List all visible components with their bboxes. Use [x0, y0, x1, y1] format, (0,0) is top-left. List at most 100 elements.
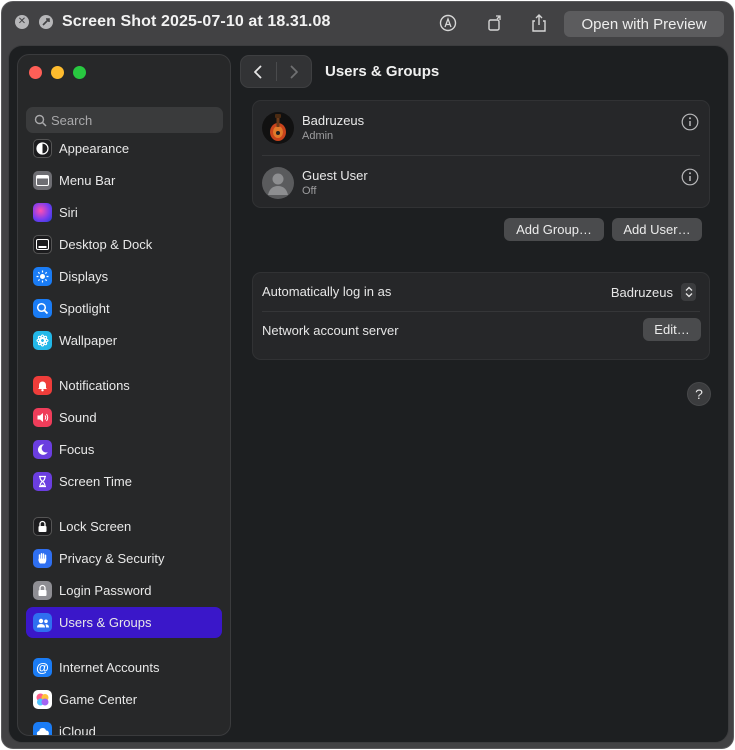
sidebar-item-label: Notifications	[59, 378, 130, 393]
displays-icon	[33, 267, 52, 286]
sidebar-item-displays[interactable]: Displays	[26, 261, 222, 292]
sidebar-item-sound[interactable]: Sound	[26, 402, 222, 433]
sidebar-item-label: Wallpaper	[59, 333, 118, 348]
desktop-dock-icon	[33, 235, 52, 254]
spotlight-icon	[33, 299, 52, 318]
navigation-controls	[240, 55, 312, 88]
lock-screen-icon	[33, 517, 52, 536]
markup-icon[interactable]	[437, 12, 459, 34]
share-icon[interactable]	[528, 12, 550, 34]
back-button[interactable]	[241, 56, 276, 87]
zoom-window-button[interactable]	[73, 66, 86, 79]
search-placeholder: Search	[51, 112, 93, 128]
search-input[interactable]: Search	[26, 107, 223, 133]
sidebar-item-privacy-security[interactable]: Privacy & Security	[26, 543, 222, 574]
chevron-left-icon	[254, 65, 262, 78]
menu-bar-icon	[33, 171, 52, 190]
sidebar-item-label: Appearance	[59, 141, 130, 156]
sidebar-item-label: Privacy & Security	[59, 551, 165, 566]
user-role: Off	[302, 185, 317, 197]
user-role: Admin	[302, 130, 334, 142]
quicklook-titlebar: ✕ Screen Shot 2025-07-10 at 18.31.08 Ope…	[2, 2, 733, 44]
network-server-label: Network account server	[262, 323, 399, 338]
sidebar-item-label: Focus	[59, 442, 95, 457]
sidebar-item-wallpaper[interactable]: Wallpaper	[26, 325, 222, 356]
wallpaper-icon	[33, 331, 52, 350]
sidebar-item-label: iCloud	[59, 724, 96, 736]
page-title: Users & Groups	[325, 63, 440, 80]
quicklook-window: ✕ Screen Shot 2025-07-10 at 18.31.08 Ope…	[1, 1, 734, 749]
edit-button[interactable]: Edit…	[643, 318, 701, 341]
sidebar-item-game-center[interactable]: Game Center	[26, 684, 222, 715]
add-group-button[interactable]: Add Group…	[504, 218, 604, 241]
rotate-icon[interactable]	[484, 12, 506, 34]
minimize-window-button[interactable]	[51, 66, 64, 79]
sidebar-item-icloud[interactable]: iCloud	[26, 716, 222, 736]
users-list: Badruzeus Admin Guest User Off	[252, 100, 710, 208]
sidebar-item-internet-accounts[interactable]: @ Internet Accounts	[26, 652, 222, 683]
sidebar-item-appearance[interactable]: Appearance	[26, 133, 222, 164]
sidebar-item-label: Users & Groups	[59, 615, 152, 630]
info-icon[interactable]	[681, 168, 699, 186]
user-name: Guest User	[302, 168, 368, 183]
sidebar-item-label: Internet Accounts	[59, 660, 160, 675]
auto-login-popup[interactable]: Badruzeus	[611, 283, 696, 301]
sidebar-item-label: Screen Time	[59, 474, 132, 489]
login-settings: Automatically log in as Badruzeus Networ…	[252, 272, 710, 360]
users-groups-icon	[33, 613, 52, 632]
privacy-hand-icon	[33, 549, 52, 568]
auto-login-value: Badruzeus	[610, 284, 673, 300]
login-password-icon	[33, 581, 52, 600]
sidebar-item-login-password[interactable]: Login Password	[26, 575, 222, 606]
sidebar-item-notifications[interactable]: Notifications	[26, 370, 222, 401]
siri-icon	[33, 203, 52, 222]
forward-button[interactable]	[276, 56, 311, 87]
sidebar-item-screen-time[interactable]: Screen Time	[26, 466, 222, 497]
guest-avatar-icon	[262, 167, 294, 199]
row-divider	[262, 311, 700, 312]
user-row-badruzeus[interactable]: Badruzeus Admin	[253, 101, 709, 155]
system-settings-window: Search Appearance Menu Bar Siri Desktop …	[8, 45, 729, 743]
sidebar-item-label: Siri	[59, 205, 78, 220]
screen-time-icon	[33, 472, 52, 491]
sidebar-item-label: Spotlight	[59, 301, 110, 316]
auto-login-label: Automatically log in as	[262, 284, 392, 299]
sidebar-item-desktop-dock[interactable]: Desktop & Dock	[26, 229, 222, 260]
sidebar-item-menu-bar[interactable]: Menu Bar	[26, 165, 222, 196]
sound-icon	[33, 408, 52, 427]
appearance-icon	[33, 139, 52, 158]
help-button[interactable]: ?	[687, 382, 711, 406]
chevron-right-icon	[290, 65, 298, 78]
info-icon[interactable]	[681, 113, 699, 131]
sidebar-item-users-groups[interactable]: Users & Groups	[26, 607, 222, 638]
close-icon[interactable]: ✕	[15, 15, 29, 29]
sidebar: Search Appearance Menu Bar Siri Desktop …	[17, 54, 231, 736]
sidebar-item-label: Sound	[59, 410, 97, 425]
game-center-icon	[33, 690, 52, 709]
fullscreen-icon[interactable]	[39, 15, 53, 29]
user-name: Badruzeus	[302, 113, 365, 128]
sidebar-item-label: Desktop & Dock	[59, 237, 153, 252]
sidebar-item-label: Lock Screen	[59, 519, 132, 534]
chevron-up-down-icon	[681, 283, 696, 301]
sidebar-item-spotlight[interactable]: Spotlight	[26, 293, 222, 324]
quicklook-title: Screen Shot 2025-07-10 at 18.31.08	[62, 13, 331, 30]
icloud-icon	[33, 722, 52, 735]
search-icon	[34, 114, 47, 127]
sidebar-item-label: Menu Bar	[59, 173, 116, 188]
notifications-icon	[33, 376, 52, 395]
main-content: Users & Groups Badruzeus Admin Guest Use…	[231, 46, 728, 742]
open-with-preview-button[interactable]: Open with Preview	[564, 11, 724, 37]
close-window-button[interactable]	[29, 66, 42, 79]
sidebar-item-focus[interactable]: Focus	[26, 434, 222, 465]
avatar	[262, 112, 294, 144]
add-user-button[interactable]: Add User…	[612, 218, 702, 241]
sidebar-item-label: Displays	[59, 269, 109, 284]
internet-accounts-icon: @	[33, 658, 52, 677]
sidebar-item-lock-screen[interactable]: Lock Screen	[26, 511, 222, 542]
user-row-guest[interactable]: Guest User Off	[253, 156, 709, 210]
sidebar-item-label: Login Password	[59, 583, 152, 598]
focus-icon	[33, 440, 52, 459]
sidebar-item-label: Game Center	[59, 692, 138, 707]
sidebar-item-siri[interactable]: Siri	[26, 197, 222, 228]
